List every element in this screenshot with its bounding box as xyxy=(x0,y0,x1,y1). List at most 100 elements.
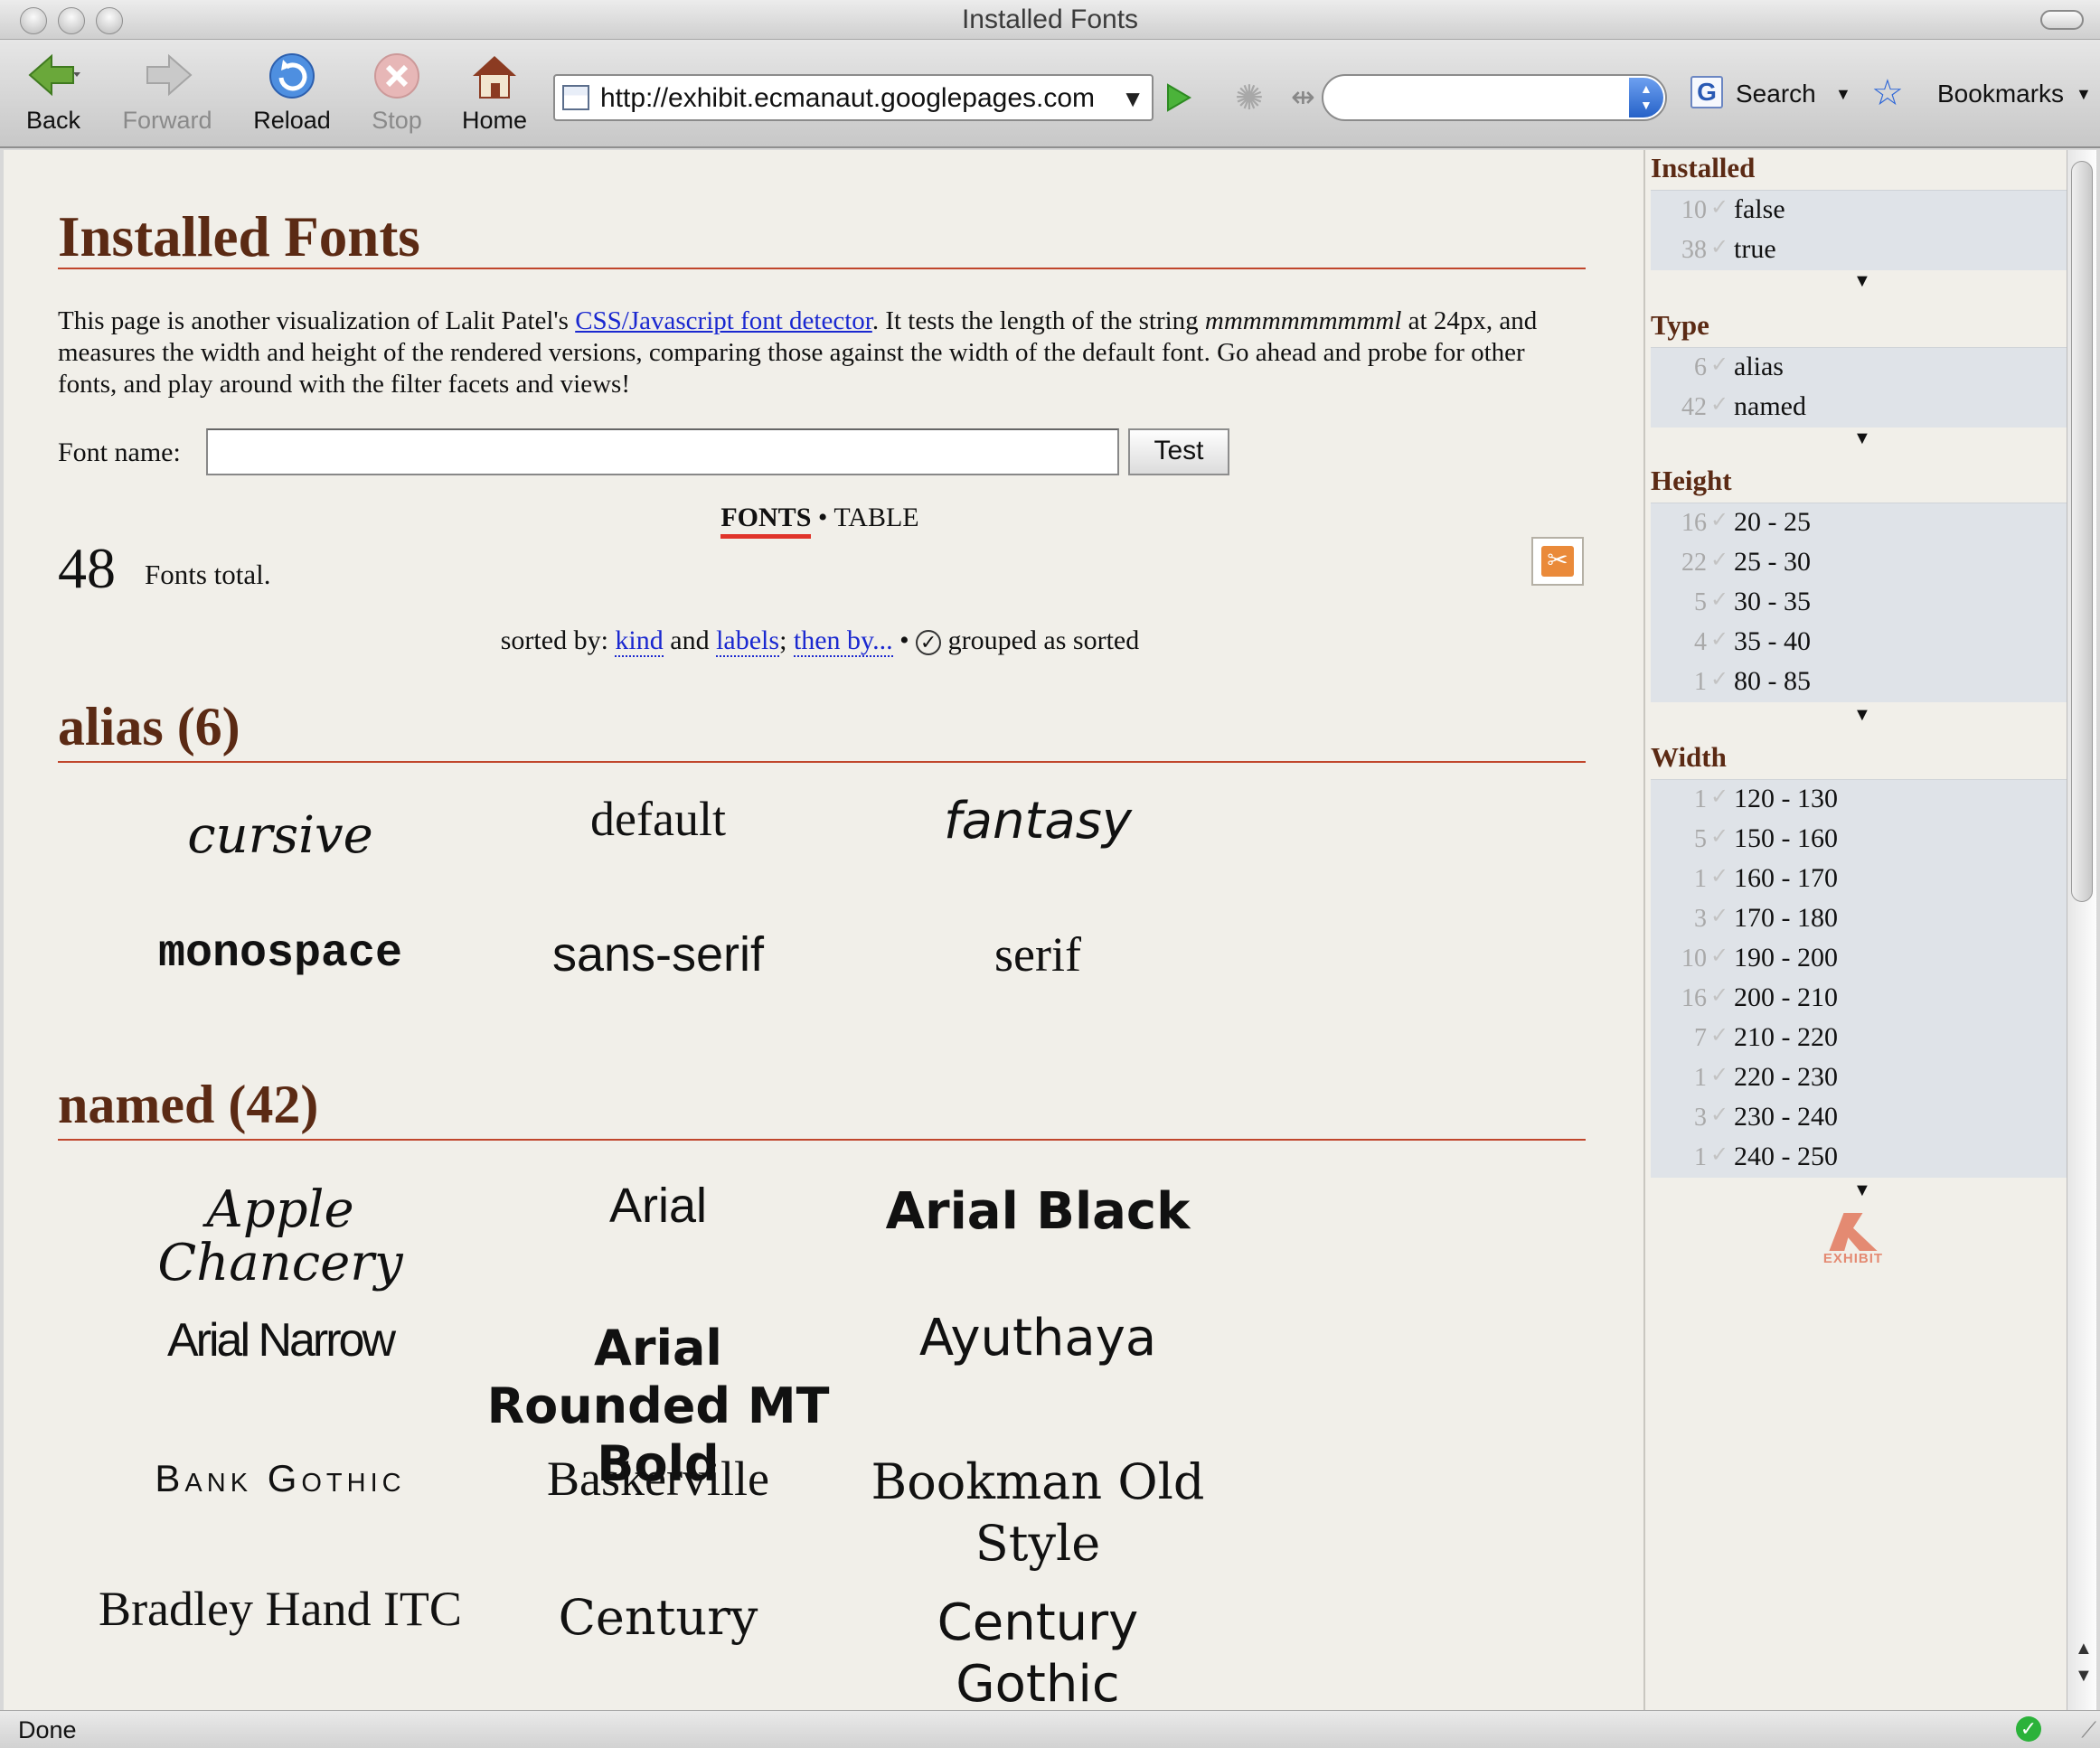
google-icon[interactable]: G xyxy=(1690,76,1723,108)
facet-check-icon[interactable]: ✓ xyxy=(1710,903,1728,929)
scroll-down-arrow-icon[interactable]: ▼ xyxy=(2075,1666,2093,1687)
exhibit-logo[interactable]: EXHIBIT xyxy=(1817,1213,1889,1266)
facet-check-icon[interactable]: ✓ xyxy=(1710,194,1728,221)
facet-item[interactable]: 16 ✓ 20 - 25 xyxy=(1651,503,2067,543)
sort-kind-link[interactable]: kind xyxy=(615,625,664,657)
tab-table[interactable]: TABLE xyxy=(833,503,918,532)
facet-check-icon[interactable]: ✓ xyxy=(1710,234,1728,260)
toolbar-toggle-button[interactable] xyxy=(2040,10,2084,30)
font-detector-link[interactable]: CSS/Javascript font detector xyxy=(575,306,872,335)
facet-check-icon[interactable]: ✓ xyxy=(1710,547,1728,573)
facet-value[interactable]: 35 - 40 xyxy=(1734,626,1811,657)
facet-value[interactable]: 25 - 30 xyxy=(1734,547,1811,578)
facet-resize-icon[interactable]: ▼ xyxy=(1853,705,1871,726)
font-name-input[interactable] xyxy=(206,428,1119,475)
facet-check-icon[interactable]: ✓ xyxy=(1710,507,1728,533)
facet-check-icon[interactable]: ✓ xyxy=(1710,626,1728,653)
facet-item[interactable]: 3 ✓ 170 - 180 xyxy=(1651,899,2067,939)
search-input[interactable]: ▲ ▼ xyxy=(1322,74,1667,121)
facet-item[interactable]: 5 ✓ 30 - 35 xyxy=(1651,583,2067,623)
address-bar[interactable]: http://exhibit.ecmanaut.googlepages.com … xyxy=(553,74,1154,121)
facet-item[interactable]: 1 ✓ 80 - 85 xyxy=(1651,663,2067,702)
facet-resize-icon[interactable]: ▼ xyxy=(1853,428,1871,449)
url-history-dropdown[interactable]: ▼ xyxy=(1121,85,1144,113)
facet-count: 10 xyxy=(1681,196,1707,224)
go-icon[interactable] xyxy=(1159,80,1195,116)
scroll-up-arrow-icon[interactable]: ▲ xyxy=(2075,1639,2093,1659)
facet-value[interactable]: 220 - 230 xyxy=(1734,1062,1838,1093)
facet-item[interactable]: 4 ✓ 35 - 40 xyxy=(1651,623,2067,663)
bookmarks-caret-icon[interactable]: ▼ xyxy=(2076,85,2092,104)
facet-item[interactable]: 42 ✓ named xyxy=(1651,388,2067,428)
facet-value[interactable]: named xyxy=(1734,391,1806,422)
facet-item[interactable]: 1 ✓ 220 - 230 xyxy=(1651,1058,2067,1098)
stop-button[interactable]: Stop xyxy=(347,49,447,135)
tab-fonts[interactable]: FONTS xyxy=(720,503,812,539)
bookmark-star-icon[interactable]: ☆ xyxy=(1871,72,1904,114)
facet-value[interactable]: 240 - 250 xyxy=(1734,1142,1838,1172)
home-button[interactable]: Home xyxy=(445,49,544,135)
facet-check-icon[interactable]: ✓ xyxy=(1710,391,1728,418)
facet-value[interactable]: 20 - 25 xyxy=(1734,507,1811,538)
facet-value[interactable]: true xyxy=(1734,234,1776,265)
facet-value[interactable]: 200 - 210 xyxy=(1734,982,1838,1013)
search-caret-icon[interactable]: ▼ xyxy=(1835,85,1851,104)
resize-grip-icon[interactable]: ⟋ xyxy=(2081,1718,2096,1743)
splitter-handle[interactable]: ⇹ xyxy=(1291,80,1315,114)
facet-type: 6 ✓ alias 42 ✓ named xyxy=(1651,347,2067,428)
facet-check-icon[interactable]: ✓ xyxy=(1710,587,1728,613)
facet-check-icon[interactable]: ✓ xyxy=(1710,982,1728,1009)
test-button[interactable]: Test xyxy=(1128,428,1229,475)
facet-item[interactable]: 1 ✓ 160 - 170 xyxy=(1651,860,2067,899)
facet-check-icon[interactable]: ✓ xyxy=(1710,1142,1728,1168)
sort-labels-link[interactable]: labels xyxy=(716,625,780,657)
facet-check-icon[interactable]: ✓ xyxy=(1710,943,1728,969)
facet-value[interactable]: alias xyxy=(1734,352,1784,382)
facet-value[interactable]: 210 - 220 xyxy=(1734,1022,1838,1053)
facet-value[interactable]: 30 - 35 xyxy=(1734,587,1811,617)
facet-item[interactable]: 3 ✓ 230 - 240 xyxy=(1651,1098,2067,1138)
facet-value[interactable]: 150 - 160 xyxy=(1734,823,1838,854)
facet-check-icon[interactable]: ✓ xyxy=(1710,1102,1728,1128)
facet-check-icon[interactable]: ✓ xyxy=(1710,666,1728,692)
facet-value[interactable]: 80 - 85 xyxy=(1734,666,1811,697)
facet-check-icon[interactable]: ✓ xyxy=(1710,823,1728,850)
facet-value[interactable]: 120 - 130 xyxy=(1734,784,1838,814)
grouped-checkbox[interactable]: ✓ xyxy=(916,630,942,655)
facet-value[interactable]: 170 - 180 xyxy=(1734,903,1838,934)
facet-item[interactable]: 5 ✓ 150 - 160 xyxy=(1651,820,2067,860)
search-engine-stepper[interactable]: ▲ ▼ xyxy=(1629,78,1663,117)
vertical-scrollbar[interactable]: ▲ ▼ xyxy=(2067,150,2096,1710)
facet-item[interactable]: 10 ✓ false xyxy=(1651,191,2067,230)
facet-item[interactable]: 1 ✓ 240 - 250 xyxy=(1651,1138,2067,1178)
facet-item[interactable]: 38 ✓ true xyxy=(1651,230,2067,270)
facet-item[interactable]: 7 ✓ 210 - 220 xyxy=(1651,1019,2067,1058)
then-by-link[interactable]: then by... xyxy=(793,625,893,657)
facet-value[interactable]: false xyxy=(1734,194,1785,225)
facet-check-icon[interactable]: ✓ xyxy=(1710,863,1728,889)
reload-button[interactable]: Reload xyxy=(242,49,342,135)
facet-check-icon[interactable]: ✓ xyxy=(1710,1022,1728,1048)
facet-item[interactable]: 16 ✓ 200 - 210 xyxy=(1651,979,2067,1019)
facet-item[interactable]: 10 ✓ 190 - 200 xyxy=(1651,939,2067,979)
copy-button[interactable]: ✂ xyxy=(1531,537,1584,586)
facet-value[interactable]: 230 - 240 xyxy=(1734,1102,1838,1132)
facet-resize-icon[interactable]: ▼ xyxy=(1853,1180,1871,1201)
facet-check-icon[interactable]: ✓ xyxy=(1710,1062,1728,1088)
facet-check-icon[interactable]: ✓ xyxy=(1710,784,1728,810)
scrollbar-thumb[interactable] xyxy=(2071,161,2093,902)
facet-item[interactable]: 1 ✓ 120 - 130 xyxy=(1651,780,2067,820)
facet-value[interactable]: 160 - 170 xyxy=(1734,863,1838,894)
forward-button[interactable]: Forward xyxy=(118,49,217,135)
intro-pre: This page is another visualization of La… xyxy=(58,306,576,335)
bookmarks-menu[interactable]: Bookmarks xyxy=(1937,80,2064,108)
facet-item[interactable]: 6 ✓ alias xyxy=(1651,348,2067,388)
facet-check-icon[interactable]: ✓ xyxy=(1710,352,1728,378)
font-century: Century xyxy=(558,1589,758,1646)
facet-resize-icon[interactable]: ▼ xyxy=(1853,271,1871,292)
facet-value[interactable]: 190 - 200 xyxy=(1734,943,1838,973)
group-title-named: named (42) xyxy=(58,1075,319,1134)
facet-item[interactable]: 22 ✓ 25 - 30 xyxy=(1651,543,2067,583)
search-label[interactable]: Search xyxy=(1736,80,1816,108)
back-button[interactable]: Back xyxy=(4,49,103,135)
